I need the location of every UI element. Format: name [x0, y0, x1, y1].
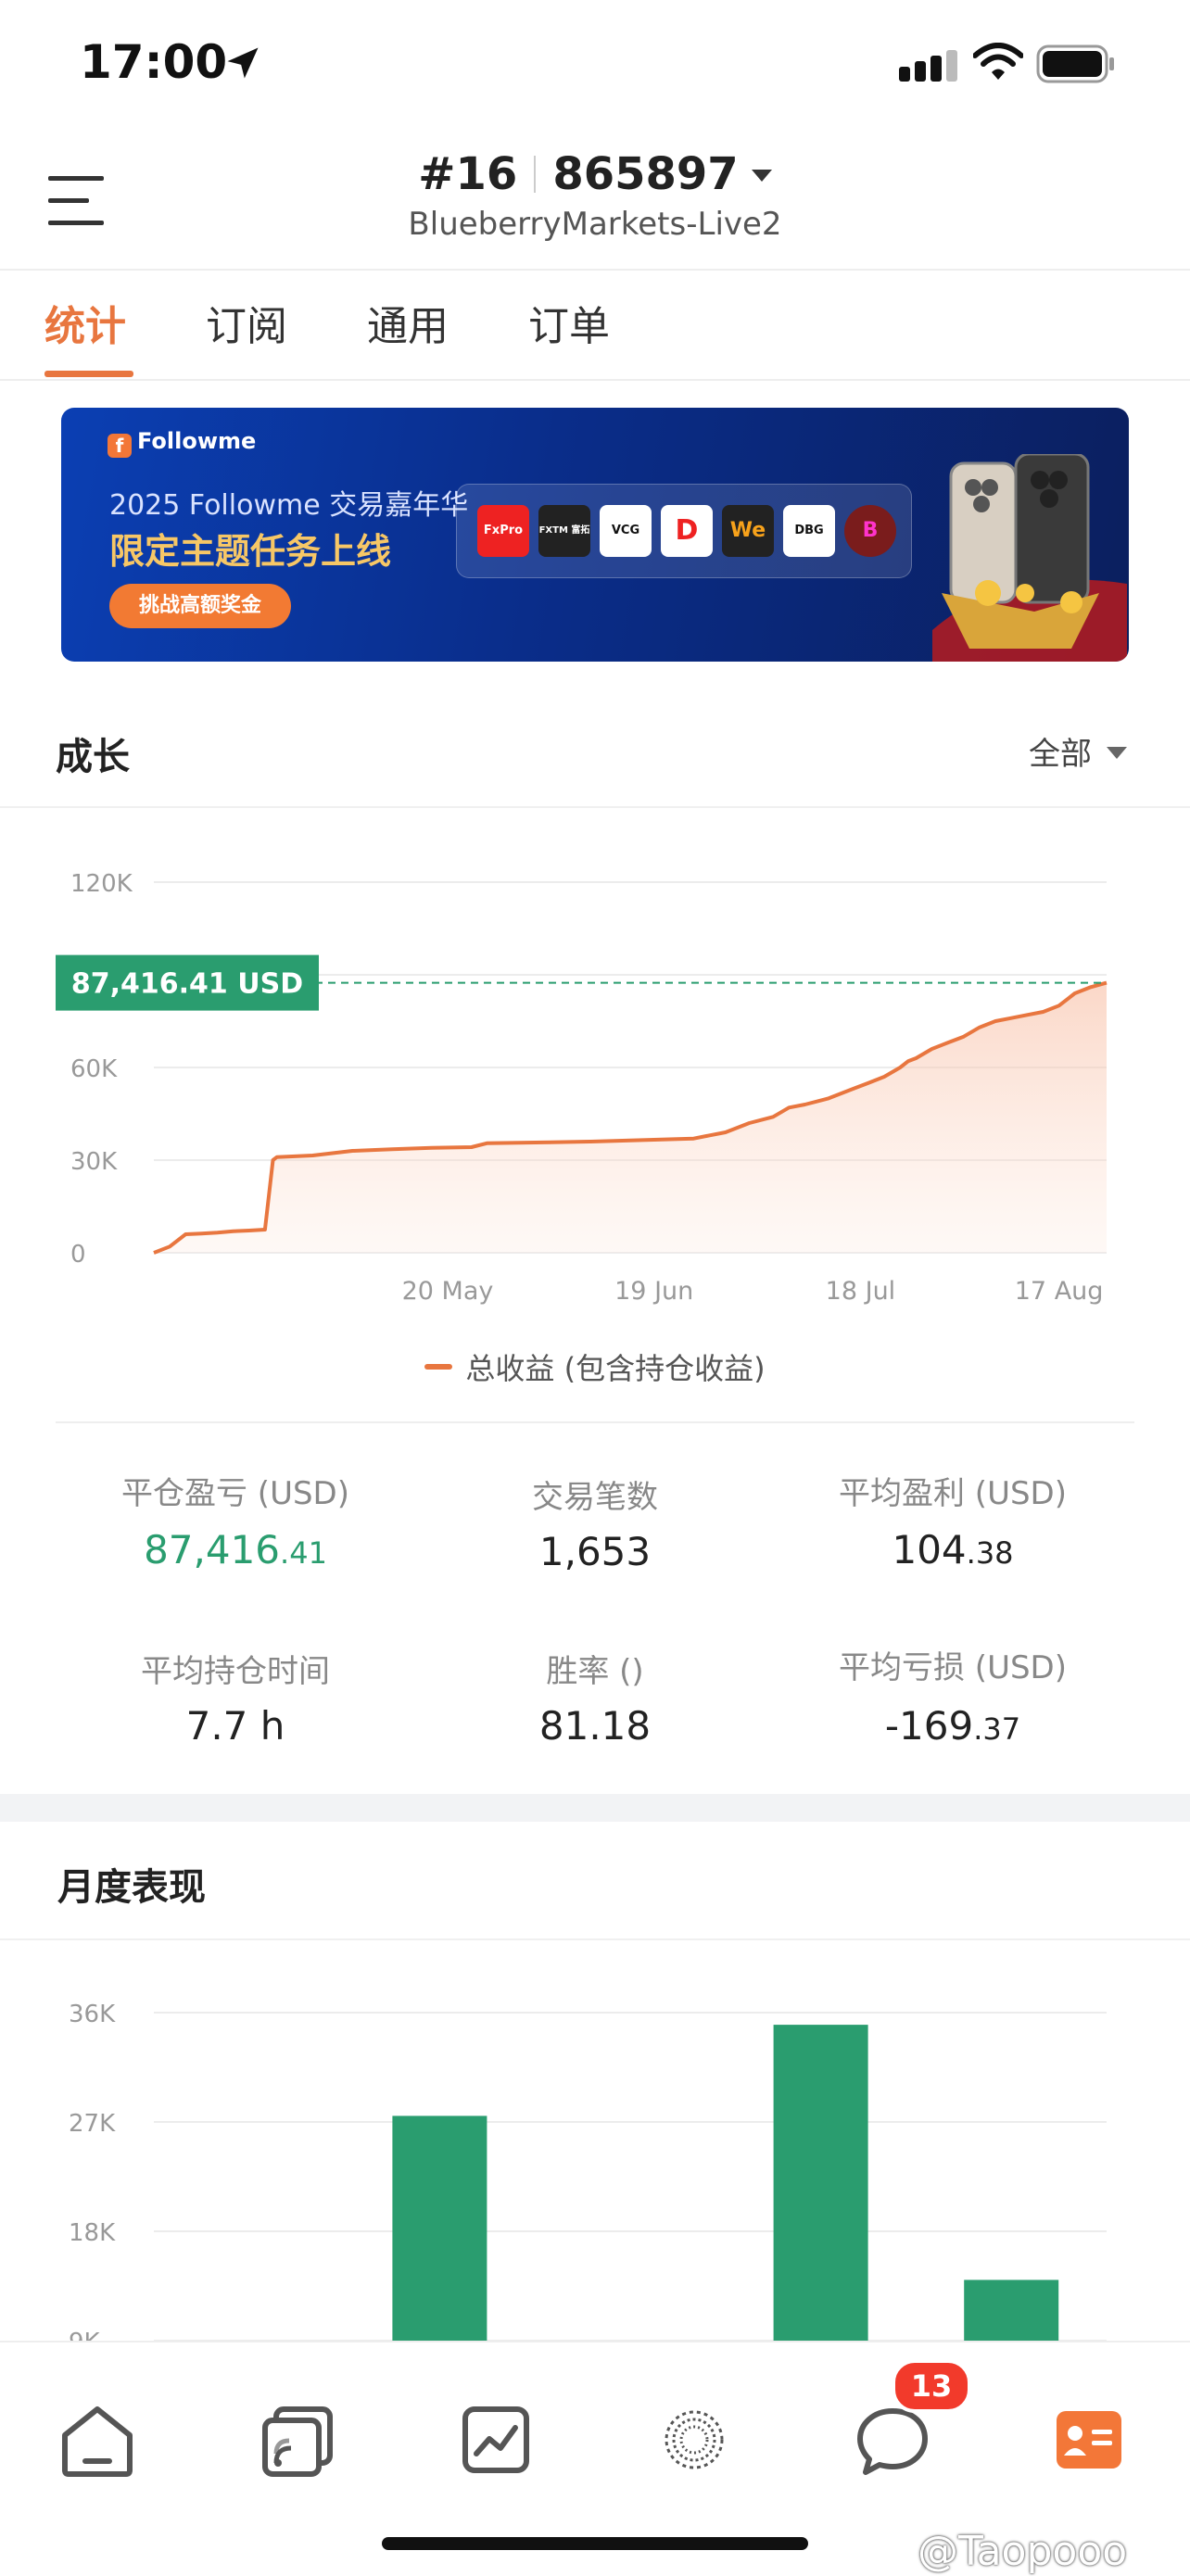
tabs-divider — [0, 379, 1190, 381]
monthly-bar — [392, 2115, 487, 2341]
monthly-title: 月度表现 — [57, 1866, 206, 1909]
x-tick-label: 17 Aug — [1015, 1277, 1104, 1306]
broker-logo-vcg: VCG — [600, 505, 652, 557]
watermark: @Taopooo — [918, 2528, 1128, 2575]
stat-value-win-rate: 81.18 — [538, 1703, 652, 1749]
home-icon[interactable] — [46, 2389, 148, 2491]
stat-value-avg-profit: 104.38 — [892, 1527, 1014, 1572]
section-separator — [0, 1794, 1190, 1822]
battery-icon — [1036, 44, 1114, 83]
x-tick-label: 19 Jun — [614, 1277, 693, 1306]
header-divider — [0, 269, 1190, 271]
stat-label-avg-loss: 平均亏损 (USD) — [839, 1649, 1067, 1686]
status-time: 17:00 — [80, 35, 228, 89]
growth-range-filter[interactable]: 全部 — [1029, 728, 1127, 774]
banner-headline: 限定主题任务上线 — [109, 531, 392, 572]
stat-label-trade-count: 交易笔数 — [532, 1479, 658, 1516]
tab-general[interactable]: 通用 — [367, 293, 449, 352]
broker-logo-fxtm: FXTM 富拓 — [538, 505, 590, 557]
broker-logo-b: B — [844, 505, 896, 557]
wifi-icon — [973, 43, 1023, 80]
growth-title: 成长 — [56, 736, 130, 778]
monthly-bar — [773, 2025, 868, 2341]
home-indicator[interactable] — [382, 2537, 808, 2550]
broker-logo-dbg: DBG — [783, 505, 835, 557]
account-rank: #16 — [418, 148, 518, 200]
account-number: 865897 — [552, 148, 739, 200]
tab-subscribe[interactable]: 订阅 — [206, 293, 287, 352]
growth-area — [154, 982, 1107, 1253]
monthly-chart: 36K 27K 18K 9K — [69, 2001, 1107, 2341]
growth-divider — [0, 806, 1190, 808]
growth-chart: 0 30K 60K 120K 20 May 19 Jun 18 Jul 17 Aug 87,41… — [56, 870, 1108, 1306]
stat-value-avg-loss: -169.37 — [884, 1703, 1021, 1749]
current-value-text: 87,416.41 USD — [71, 968, 303, 1001]
y-tick-label: 27K — [69, 2110, 116, 2138]
tab-orders[interactable]: 订单 — [528, 293, 610, 352]
tab-stats[interactable]: 统计 — [44, 293, 126, 352]
account-selector[interactable]: #16 865897 — [0, 148, 1190, 200]
messages-badge: 13 — [892, 2359, 971, 2413]
broker-logo-d: D — [661, 505, 713, 557]
stat-value-closed-pnl: 87,416.41 — [144, 1527, 327, 1572]
stat-label-closed-pnl: 平仓盈亏 (USD) — [121, 1475, 349, 1512]
y-tick-label: 0 — [70, 1241, 86, 1269]
market-chart-icon[interactable] — [445, 2389, 547, 2491]
banner-subtitle: 2025 Followme 交易嘉年华 — [109, 489, 469, 522]
banner-cta-button[interactable]: 挑战高额奖金 — [109, 584, 291, 628]
stat-label-avg-profit: 平均盈利 (USD) — [839, 1475, 1067, 1512]
legend-swatch — [424, 1364, 453, 1370]
stats-divider — [56, 1421, 1134, 1423]
monthly-divider — [0, 1938, 1190, 1940]
broker-logo-we: We — [722, 505, 774, 557]
server-name: BlueberryMarkets-Live2 — [408, 206, 782, 243]
growth-legend: 总收益 (包含持仓收益) — [0, 1345, 1190, 1388]
tab-active-indicator — [44, 371, 133, 377]
stat-label-win-rate: 胜率 () — [546, 1653, 644, 1690]
profile-icon[interactable] — [1038, 2389, 1140, 2491]
copy-trade-icon[interactable] — [247, 2389, 348, 2491]
y-tick-label: 60K — [70, 1055, 118, 1083]
caret-down-icon — [751, 170, 772, 182]
cellular-signal-icon — [899, 50, 957, 82]
y-tick-label: 9K — [69, 2329, 101, 2341]
broker-logo-fxpro: FxPro — [477, 505, 529, 557]
y-tick-label: 36K — [69, 2001, 116, 2028]
broker-logos: FxPro FXTM 富拓 VCG D We DBG B — [456, 484, 912, 578]
y-tick-label: 120K — [70, 870, 133, 898]
promo-banner[interactable]: f Followme 2025 Followme 交易嘉年华 限定主题任务上线 挑… — [61, 408, 1129, 662]
x-tick-label: 18 Jul — [826, 1277, 896, 1306]
monthly-bar — [964, 2279, 1059, 2341]
discover-icon[interactable] — [643, 2389, 745, 2491]
stat-value-trade-count: 1,653 — [538, 1529, 652, 1574]
phones-gift-illustration — [932, 454, 1127, 662]
location-arrow-icon — [227, 47, 259, 79]
y-tick-label: 18K — [69, 2219, 116, 2247]
stat-label-avg-hold-time: 平均持仓时间 — [141, 1653, 330, 1690]
x-tick-label: 20 May — [402, 1277, 494, 1306]
caret-down-icon — [1107, 747, 1127, 759]
y-tick-label: 30K — [70, 1148, 118, 1176]
followme-logo: f Followme — [108, 428, 256, 458]
stat-value-avg-hold-time: 7.7 h — [185, 1703, 285, 1749]
